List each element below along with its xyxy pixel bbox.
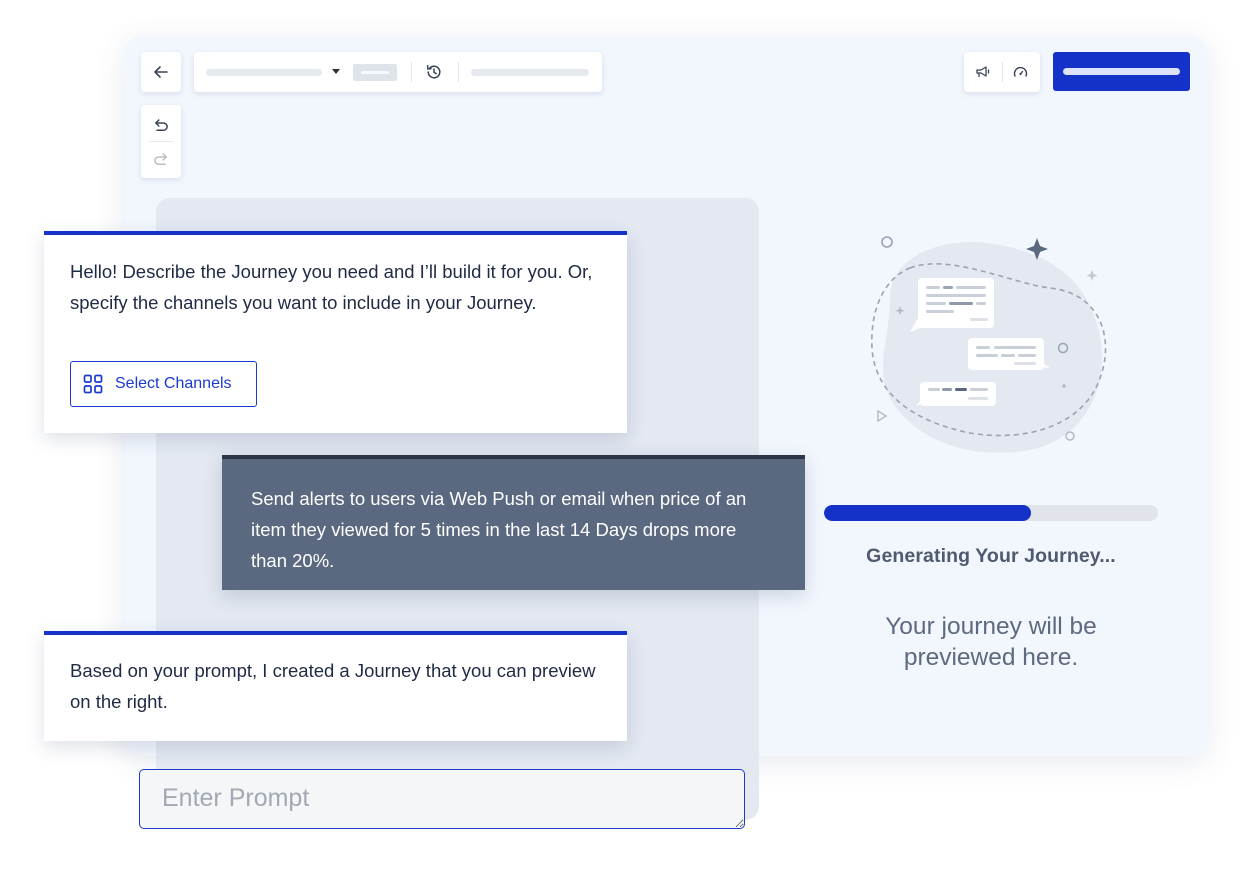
journey-title-bar bbox=[194, 52, 602, 92]
message-text: Send alerts to users via Web Push or ema… bbox=[251, 488, 747, 571]
select-channels-label: Select Channels bbox=[115, 375, 232, 392]
journey-name-placeholder[interactable] bbox=[206, 69, 322, 76]
caret-down-icon[interactable] bbox=[332, 69, 340, 74]
select-channels-button[interactable]: Select Channels bbox=[70, 361, 257, 407]
grid-icon bbox=[83, 374, 103, 394]
message-text: Hello! Describe the Journey you need and… bbox=[70, 261, 593, 313]
progress-fill bbox=[824, 505, 1032, 521]
history-icon[interactable] bbox=[425, 63, 443, 81]
assistant-message: Based on your prompt, I created a Journe… bbox=[44, 631, 627, 741]
megaphone-icon[interactable] bbox=[975, 64, 992, 80]
chat-bubbles-illustration bbox=[871, 236, 1107, 453]
redo-icon[interactable] bbox=[152, 150, 170, 168]
back-button[interactable] bbox=[141, 52, 181, 92]
status-badge bbox=[353, 64, 397, 81]
right-toolbar bbox=[964, 52, 1040, 92]
assistant-message: Hello! Describe the Journey you need and… bbox=[44, 231, 627, 433]
progress-bar bbox=[824, 505, 1158, 521]
user-message: Send alerts to users via Web Push or ema… bbox=[222, 455, 805, 590]
publish-button[interactable] bbox=[1053, 52, 1190, 91]
gauge-icon[interactable] bbox=[1012, 64, 1029, 80]
undo-redo-group bbox=[141, 105, 181, 178]
message-text: Based on your prompt, I created a Journe… bbox=[70, 660, 596, 712]
divider bbox=[149, 141, 173, 142]
divider bbox=[458, 62, 459, 82]
arrow-left-icon bbox=[154, 66, 168, 78]
publish-label-placeholder bbox=[1063, 68, 1180, 75]
prompt-input[interactable] bbox=[139, 769, 745, 829]
divider bbox=[411, 62, 412, 82]
version-placeholder bbox=[471, 69, 589, 76]
undo-icon[interactable] bbox=[152, 116, 170, 134]
preview-placeholder: Your journey will be previewed here. bbox=[885, 613, 1097, 671]
generating-status: Generating Your Journey... bbox=[866, 545, 1116, 567]
divider bbox=[1002, 62, 1003, 82]
